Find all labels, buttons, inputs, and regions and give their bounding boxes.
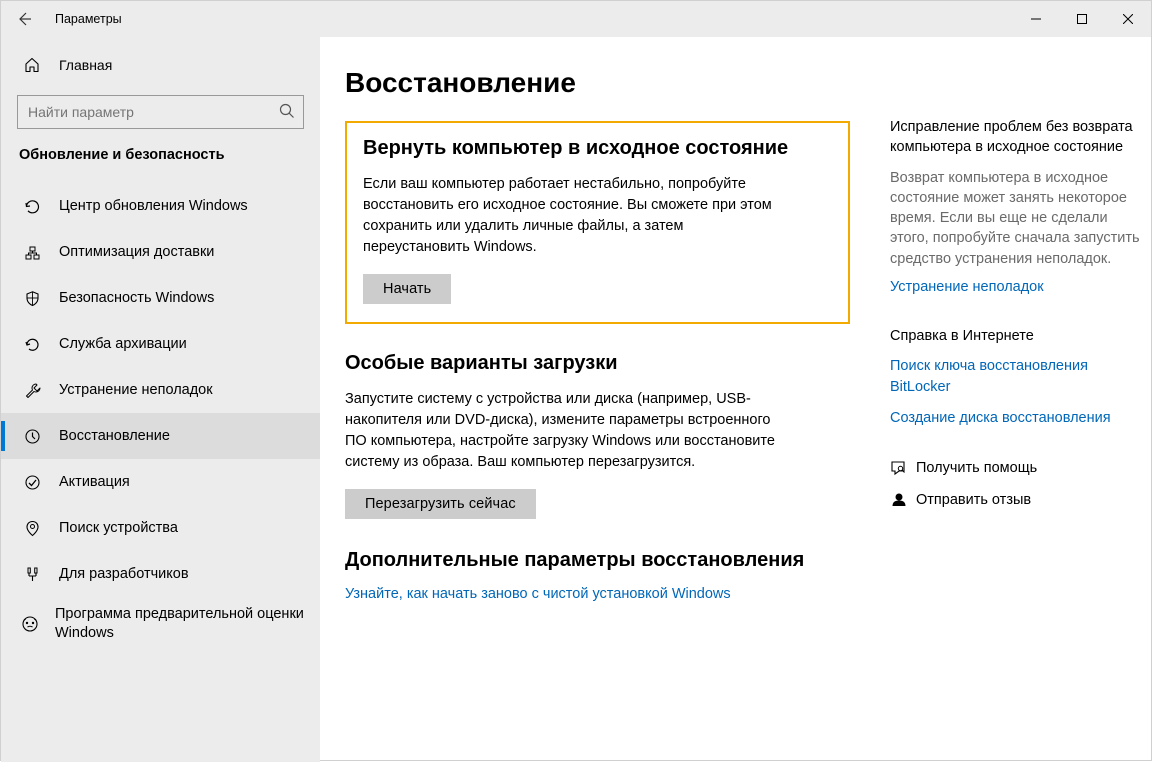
search-input[interactable] — [17, 95, 304, 129]
sidebar-item-label: Программа предварительной оценки Windows — [55, 605, 320, 643]
activation-icon — [21, 474, 43, 491]
get-help-icon — [890, 459, 916, 477]
get-help-link[interactable]: Получить помощь — [890, 459, 1150, 477]
get-help-text: Получить помощь — [916, 460, 1037, 476]
sidebar-item-backup[interactable]: Служба архивации — [1, 321, 320, 367]
sidebar-item-find-my-device[interactable]: Поиск устройства — [1, 505, 320, 551]
sidebar-item-windows-update[interactable]: Центр обновления Windows — [1, 183, 320, 229]
sidebar-item-activation[interactable]: Активация — [1, 459, 320, 505]
backup-icon — [21, 336, 43, 353]
troubleshoot-icon — [21, 382, 43, 399]
restart-now-button[interactable]: Перезагрузить сейчас — [345, 489, 536, 519]
sidebar-item-troubleshoot[interactable]: Устранение неполадок — [1, 367, 320, 413]
right-pane: Исправление проблем без возврата компьют… — [890, 67, 1150, 762]
reset-pc-section: Вернуть компьютер в исходное состояние Е… — [345, 121, 850, 324]
insider-icon — [21, 615, 39, 633]
sidebar-section-header: Обновление и безопасность — [1, 147, 320, 183]
advanced-startup-body: Запустите систему с устройства или диска… — [345, 389, 775, 473]
troubleshoot-body: Возврат компьютера в исходное состояние … — [890, 168, 1150, 269]
reset-pc-heading: Вернуть компьютер в исходное состояние — [363, 137, 832, 160]
search-icon — [278, 102, 296, 123]
web-help-heading: Справка в Интернете — [890, 328, 1150, 344]
page-title: Восстановление — [345, 67, 850, 99]
titlebar: Параметры — [1, 1, 1151, 37]
reset-pc-body: Если ваш компьютер работает нестабильно,… — [363, 174, 793, 258]
feedback-icon — [890, 491, 916, 509]
more-recovery-options-section: Дополнительные параметры восстановления … — [345, 549, 850, 602]
home-button[interactable]: Главная — [1, 45, 320, 85]
delivery-icon — [21, 244, 43, 261]
update-icon — [21, 198, 43, 215]
home-icon — [21, 57, 43, 73]
sidebar-item-label: Поиск устройства — [59, 519, 188, 538]
more-options-heading: Дополнительные параметры восстановления — [345, 549, 850, 572]
sidebar-item-label: Для разработчиков — [59, 565, 199, 584]
main-content: Восстановление Вернуть компьютер в исход… — [320, 37, 1151, 762]
developers-icon — [21, 566, 43, 583]
maximize-button[interactable] — [1059, 1, 1105, 37]
search-box[interactable] — [17, 95, 304, 129]
shield-icon — [21, 290, 43, 307]
sidebar-item-delivery-optimization[interactable]: Оптимизация доставки — [1, 229, 320, 275]
send-feedback-link[interactable]: Отправить отзыв — [890, 491, 1150, 509]
advanced-startup-heading: Особые варианты загрузки — [345, 352, 850, 375]
find-device-icon — [21, 520, 43, 537]
web-help-section: Справка в Интернете Поиск ключа восстано… — [890, 328, 1150, 429]
bitlocker-key-link[interactable]: Поиск ключа восстановления BitLocker — [890, 356, 1150, 398]
sidebar-item-recovery[interactable]: Восстановление — [1, 413, 320, 459]
sidebar-item-label: Центр обновления Windows — [59, 197, 258, 216]
advanced-startup-section: Особые варианты загрузки Запустите систе… — [345, 352, 850, 519]
sidebar-item-label: Оптимизация доставки — [59, 243, 224, 262]
troubleshoot-link[interactable]: Устранение неполадок — [890, 277, 1150, 298]
sidebar-item-windows-security[interactable]: Безопасность Windows — [1, 275, 320, 321]
sidebar-item-label: Безопасность Windows — [59, 289, 224, 308]
sidebar-item-label: Устранение неполадок — [59, 381, 223, 400]
minimize-button[interactable] — [1013, 1, 1059, 37]
window-controls — [1013, 1, 1151, 37]
recovery-drive-link[interactable]: Создание диска восстановления — [890, 408, 1150, 429]
sidebar-item-insider-program[interactable]: Программа предварительной оценки Windows — [1, 597, 320, 651]
reset-pc-start-button[interactable]: Начать — [363, 274, 451, 304]
sidebar-item-label: Служба архивации — [59, 335, 197, 354]
sidebar-item-label: Активация — [59, 473, 140, 492]
feedback-text: Отправить отзыв — [916, 492, 1031, 508]
troubleshoot-title: Исправление проблем без возврата компьют… — [890, 117, 1150, 158]
home-label: Главная — [59, 57, 112, 73]
troubleshoot-suggestion: Исправление проблем без возврата компьют… — [890, 117, 1150, 298]
sidebar-item-for-developers[interactable]: Для разработчиков — [1, 551, 320, 597]
back-button[interactable] — [1, 1, 47, 37]
close-button[interactable] — [1105, 1, 1151, 37]
sidebar: Главная Обновление и безопасность Центр … — [1, 37, 320, 762]
window-title: Параметры — [55, 12, 122, 26]
fresh-start-link[interactable]: Узнайте, как начать заново с чистой уста… — [345, 586, 850, 602]
sidebar-item-label: Восстановление — [59, 427, 180, 446]
recovery-icon — [21, 428, 43, 445]
